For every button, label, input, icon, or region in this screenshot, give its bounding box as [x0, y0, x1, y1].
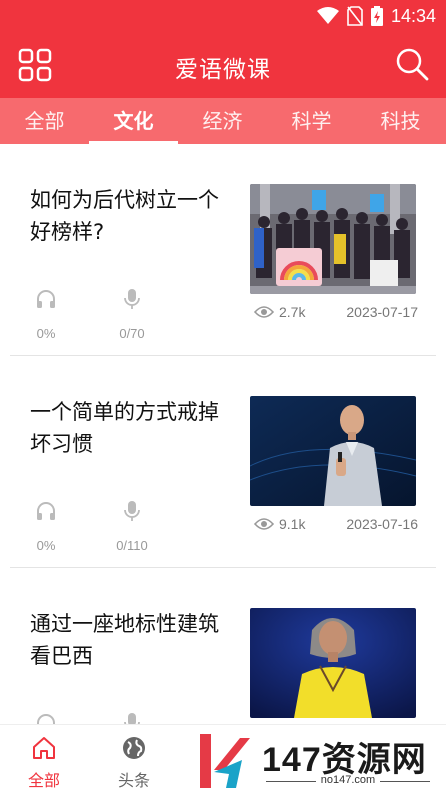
article-item[interactable]: 一个简单的方式戒掉坏习惯 0% 0/110 9.1k 2023-07-16 [10, 356, 436, 568]
no-sim-icon [347, 6, 363, 26]
tab-science[interactable]: 科学 [267, 98, 356, 144]
headphones-icon [37, 502, 55, 520]
status-time: 14:34 [390, 5, 436, 26]
article-thumbnail [250, 184, 416, 294]
wifi-icon [316, 7, 339, 24]
search-button[interactable] [394, 46, 430, 82]
speak-progress: 0/70 [102, 288, 162, 341]
publish-date: 2023-07-16 [346, 516, 418, 532]
tab-economy[interactable]: 经济 [178, 98, 267, 144]
microphone-icon [124, 713, 140, 724]
globe-icon [123, 737, 145, 759]
microphone-icon [124, 289, 140, 309]
article-title: 如何为后代树立一个好榜样? [30, 188, 219, 244]
article-title: 通过一座地标性建筑看巴西 [30, 612, 219, 668]
microphone-icon [124, 501, 140, 521]
view-count: 2.7k [279, 304, 306, 320]
speak-progress [102, 712, 162, 724]
nav-headlines[interactable]: 头条 [104, 735, 164, 791]
nav-headlines-label: 头条 [117, 771, 150, 790]
nav-all-label: 全部 [27, 771, 60, 790]
app-title: 爱语微课 [175, 57, 271, 83]
article-meta: 2.7k 2023-07-17 [254, 304, 418, 320]
article-title: 一个简单的方式戒掉坏习惯 [30, 400, 219, 456]
eye-icon [254, 306, 274, 318]
search-icon [396, 48, 429, 81]
status-icons: 14:34 [316, 4, 436, 28]
headphones-icon [37, 290, 55, 308]
speak-count: 0/70 [119, 326, 145, 341]
article-list: 如何为后代树立一个好榜样? 0% 0/70 2.7k 2023-07-17 一个… [0, 144, 446, 724]
speak-progress: 0/110 [102, 500, 162, 553]
status-bar: 14:34 [0, 0, 446, 32]
listen-percent: 0% [36, 326, 56, 341]
listen-progress: 0% [16, 500, 76, 553]
listen-progress: 0% [16, 288, 76, 341]
category-tabs: 全部 文化 经济 科学 科技 [0, 98, 446, 144]
speaker-photo-image [250, 608, 416, 718]
group-photo-image [250, 184, 416, 294]
headphones-icon [37, 714, 55, 724]
app-header: 爱语微课 [0, 32, 446, 98]
watermark-k-icon [200, 734, 250, 788]
home-icon [33, 737, 55, 759]
publish-date: 2023-07-17 [346, 304, 418, 320]
article-thumbnail [250, 608, 416, 718]
watermark-subtext: no147.com [260, 774, 436, 786]
article-item[interactable]: 如何为后代树立一个好榜样? 0% 0/70 2.7k 2023-07-17 [10, 144, 436, 356]
view-count: 9.1k [279, 516, 306, 532]
eye-icon [254, 518, 274, 530]
article-meta: 9.1k 2023-07-16 [254, 516, 418, 532]
article-item[interactable]: 通过一座地标性建筑看巴西 [10, 568, 436, 724]
nav-all[interactable]: 全部 [14, 735, 74, 791]
tab-technology[interactable]: 科技 [356, 98, 445, 144]
watermark-logo: 147资源网 no147.com [196, 728, 446, 792]
battery-charging-icon [370, 6, 383, 26]
listen-percent: 0% [36, 538, 56, 553]
tab-culture[interactable]: 文化 [89, 98, 178, 144]
speaker-photo-image [250, 396, 416, 506]
tab-all[interactable]: 全部 [0, 98, 89, 144]
speak-count: 0/110 [116, 538, 148, 553]
listen-progress [16, 712, 76, 724]
article-thumbnail [250, 396, 416, 506]
